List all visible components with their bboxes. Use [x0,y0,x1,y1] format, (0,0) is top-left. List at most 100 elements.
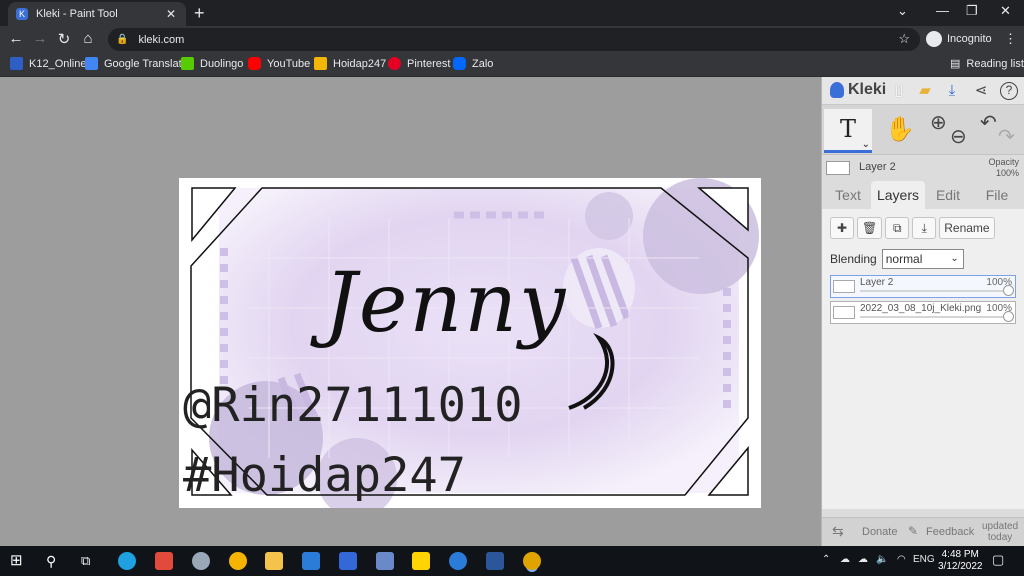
open-folder-icon[interactable]: ▰ [916,82,934,100]
layer-opacity-slider[interactable] [860,316,1008,318]
bookmark-label: K12_Online [29,57,87,70]
blending-select[interactable]: normal ⌄ [881,249,964,269]
layer-opacity-knob[interactable] [1003,285,1014,296]
chrome-active-icon[interactable] [523,552,541,570]
new-tab-button[interactable]: + [194,4,205,22]
browser-toolbar: ← → ↻ ⌂ 🔒 kleki.com ☆ Incognito ⋮ [0,26,1024,53]
tab-close-icon[interactable]: ✕ [164,7,178,21]
onedrive-icon[interactable]: ☁ [840,554,850,565]
tool-dropdown-chevron-icon[interactable]: ⌄ [862,140,870,150]
bookmark-label: Duolingo [200,57,244,70]
tab-kleki[interactable]: K Kleki - Paint Tool ✕ [8,2,186,26]
rename-layer-button[interactable]: Rename [939,217,995,239]
hand-tool-icon[interactable]: ✋ [885,115,915,144]
taskbar-clock[interactable]: 4:48 PM 3/12/2022 [938,549,983,573]
bookmark-k12-online[interactable]: K12_Online [10,57,87,70]
restore-icon[interactable]: ❐ [966,3,978,19]
donate-link[interactable]: Donate [862,526,897,538]
layer-opacity-slider[interactable] [860,290,1008,292]
duplicate-layer-icon[interactable]: ⧉ [885,217,910,239]
updated-label: updated [982,521,1019,532]
canvas-workspace[interactable]: Jenny @Rin27111010 #Hoidap247 [0,77,821,546]
redo-icon[interactable]: ↷ [998,124,1015,149]
volume-icon[interactable]: 🔈 [876,554,888,565]
sticky-notes-icon[interactable] [412,552,430,570]
word-icon[interactable] [486,552,504,570]
store-icon[interactable] [302,552,320,570]
bookmark-label: Google Translate [104,57,188,70]
language-indicator[interactable]: ENG [913,554,935,565]
drawing-canvas[interactable]: Jenny @Rin27111010 #Hoidap247 [179,178,761,508]
wifi-icon[interactable]: ◠ [897,554,906,565]
layers-pane: ✚ 🗑 ⧉ ⤓ Rename Blending normal ⌄ Layer 2… [822,209,1024,509]
zoom-out-icon[interactable]: ⊖ [950,124,967,149]
bookmark-hoidap247[interactable]: Hoidap247 [314,57,386,70]
office-icon[interactable] [155,552,173,570]
incognito-indicator[interactable]: Incognito [926,31,992,47]
layer-item[interactable]: 2022_03_08_10j_Kleki.png 100% [830,301,1016,324]
app-icon[interactable] [192,552,210,570]
bookmark-youtube[interactable]: YouTube [248,57,310,70]
address-bar[interactable]: 🔒 kleki.com ☆ [108,28,920,51]
tab-layers[interactable]: Layers [871,181,925,209]
bookmark-duolingo[interactable]: Duolingo [181,57,243,70]
tab-search-chevron-icon[interactable]: ⌄ [897,3,908,19]
minimize-icon[interactable]: — [936,3,949,18]
merge-down-icon[interactable]: ⤓ [912,217,937,239]
chrome-icon[interactable] [229,552,247,570]
bookmark-google-translate[interactable]: Google Translate [85,57,188,70]
layer-name: Layer 2 [860,277,894,288]
zalo-taskbar-icon[interactable] [449,552,467,570]
windows-start-icon[interactable]: ⊞ [10,552,28,570]
undo-icon[interactable]: ↶ [980,110,997,135]
bookmarks-bar: K12_Online Google Translate Duolingo You… [0,53,1024,77]
cloud-icon[interactable]: ☁ [858,554,868,565]
layer-item[interactable]: Layer 2 100% [830,275,1016,298]
notifications-icon[interactable]: ▢ [992,552,1004,568]
delete-layer-icon[interactable]: 🗑 [857,217,883,239]
swap-side-icon[interactable]: ⇆ [832,523,844,540]
video-editor-icon[interactable] [339,552,357,570]
text-tool-label: T [839,115,856,143]
hoidap-icon [314,57,327,70]
bookmark-star-icon[interactable]: ☆ [898,31,910,47]
new-image-icon[interactable]: ▯ [890,82,908,100]
tab-text[interactable]: Text [827,181,869,209]
layer-opacity-knob[interactable] [1003,311,1014,322]
download-icon[interactable]: ⤓ [943,82,961,100]
bookmark-pinterest[interactable]: Pinterest [388,57,450,70]
feedback-link[interactable]: Feedback [926,526,974,538]
close-window-icon[interactable]: ✕ [1000,3,1011,19]
zoom-in-icon[interactable]: ⊕ [930,110,947,135]
app-icon[interactable] [376,552,394,570]
edge-icon[interactable] [118,552,136,570]
search-icon[interactable]: ⚲ [46,552,64,570]
home-icon[interactable]: ⌂ [79,30,97,47]
blending-row: Blending normal ⌄ [830,249,964,269]
add-layer-icon[interactable]: ✚ [830,217,854,239]
browser-menu-icon[interactable]: ⋮ [1004,31,1017,47]
share-icon[interactable]: ⋖ [972,82,990,100]
file-explorer-icon[interactable] [265,552,283,570]
kleki-logo[interactable]: Kleki [830,81,886,99]
help-icon[interactable]: ? [1000,82,1018,100]
layer-thumbnail [833,306,855,319]
kleki-side-panel: Kleki ▯ ▰ ⤓ ⋖ ? T ⌄ ✋ ⊕ ⊖ ↶ ↷ Layer 2 Op… [821,77,1024,546]
kleki-logo-text: Kleki [848,81,887,98]
current-layer-bar[interactable]: Layer 2 Opacity 100% [822,155,1024,181]
tray-chevron-icon[interactable]: ⌃ [822,554,830,565]
updated-link[interactable]: updated today [982,521,1018,543]
tab-file[interactable]: File [972,181,1022,209]
text-tool-button[interactable]: T ⌄ [824,109,872,153]
reading-list-button[interactable]: ▤ Reading list [950,57,1024,71]
back-icon[interactable]: ← [7,30,25,47]
layer-actions: ✚ 🗑 ⧉ ⤓ Rename [830,217,995,239]
bookmark-label: YouTube [267,57,311,70]
forward-icon[interactable]: → [31,30,49,47]
reload-icon[interactable]: ↻ [55,30,73,48]
tab-edit[interactable]: Edit [927,181,969,209]
bookmark-zalo[interactable]: Zalo [453,57,493,70]
task-view-icon[interactable]: ⧉ [81,552,99,570]
incognito-icon [926,31,942,47]
opacity-label: Opacity [988,157,1019,167]
